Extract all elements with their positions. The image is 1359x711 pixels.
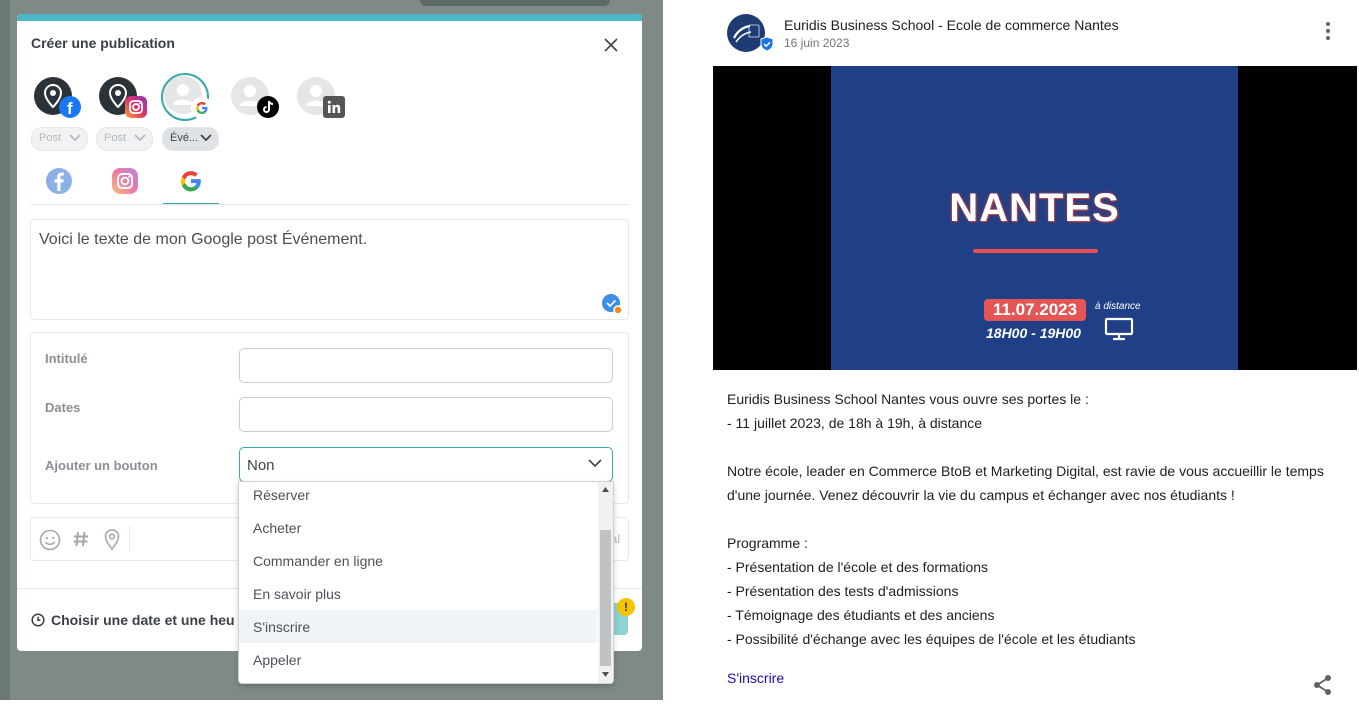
dates-input[interactable] [239,397,613,432]
option-label: Commander en ligne [253,553,383,569]
description-line: - Présentation de l'école et des formati… [727,559,989,575]
cta-link[interactable]: S'inscrire [727,670,784,686]
button-options-dropdown: Réserver Acheter Commander en ligne En s… [238,481,614,684]
schedule-label: Choisir une date et une heu [51,612,235,628]
chevron-down-icon [588,459,602,468]
scroll-thumb[interactable] [600,530,611,666]
location-icon[interactable] [104,529,120,551]
title-field-label: Intitulé [45,351,88,366]
close-button[interactable] [602,36,620,54]
facebook-icon [46,168,72,194]
clock-icon [31,613,45,627]
share-icon[interactable] [1313,674,1333,696]
banner-underline [973,249,1098,253]
account-avatar-tiktok[interactable] [231,77,279,118]
banner-mode: à distance [1095,301,1141,312]
account-avatar-facebook[interactable]: f [34,77,81,118]
post-type-select-instagram[interactable]: Post [96,127,153,151]
warning-badge[interactable]: ! [617,598,635,616]
dropdown-scrollbar[interactable] [598,482,613,683]
spellcheck-icon[interactable] [601,293,623,315]
title-input[interactable] [239,348,613,383]
post-type-value: Post [39,132,62,144]
option-sign-up[interactable]: S'inscrire [239,610,597,643]
option-label: S'inscrire [253,619,311,635]
post-text-editor[interactable]: Voici le texte de mon Google post Événem… [30,219,629,320]
description-line: - Témoignage des étudiants et des ancien… [727,607,995,623]
banner-city: NANTES [949,186,1120,230]
account-avatar-linkedin[interactable] [297,77,345,118]
tab-instagram[interactable] [97,161,153,203]
svg-text:f: f [67,99,73,118]
business-name[interactable]: Euridis Business School - Ecole de comme… [784,17,1119,33]
event-banner: NANTES 11.07.2023 à distance 18H00 - 19H… [831,66,1238,370]
toolbar-divider [129,526,130,552]
account-avatar-google[interactable] [164,76,213,119]
add-button-select[interactable]: Non [239,447,613,482]
option-label: Acheter [253,520,302,536]
option-label: Réserver [253,487,310,503]
verified-icon [760,36,774,52]
option-order-online[interactable]: Commander en ligne [239,544,597,577]
tab-google[interactable] [163,161,219,205]
post-type-value: Post [104,132,127,144]
modal-title: Créer une publication [31,35,175,51]
chevron-down-icon [200,134,212,142]
option-buy[interactable]: Acheter [239,511,597,544]
add-button-select-value: Non [247,457,275,474]
scroll-up-icon[interactable] [602,487,609,492]
description-line: - Présentation des tests d'admissions [727,583,959,599]
tiktok-icon [257,96,279,118]
event-fields-section: Intitulé Dates Ajouter un bouton Non [30,332,629,504]
google-post-preview: Euridis Business School - Ecole de comme… [713,0,1357,711]
add-button-field-label: Ajouter un bouton [45,458,158,473]
linkedin-icon [323,96,345,118]
description-line: Programme : [727,535,808,551]
chevron-down-icon [69,134,81,142]
option-label: En savoir plus [253,586,341,602]
instagram-icon [125,96,147,118]
option-call[interactable]: Appeler [239,643,597,676]
post-type-select-facebook[interactable]: Post [31,127,88,151]
more-vert-icon[interactable] [1323,20,1333,42]
close-icon [604,38,618,52]
tabs-divider [31,204,628,205]
post-media[interactable]: NANTES 11.07.2023 à distance 18H00 - 19H… [713,66,1357,370]
post-text-content: Voici le texte de mon Google post Événem… [39,231,368,248]
scroll-down-icon[interactable] [602,672,609,677]
google-icon [191,97,213,119]
tab-facebook[interactable] [31,161,87,203]
chevron-down-icon [134,134,146,142]
description-line: - 11 juillet 2023, de 18h à 19h, à dista… [727,415,983,431]
google-icon [180,171,201,192]
option-reserve[interactable]: Réserver [239,482,597,511]
post-type-value: Évé... [170,132,199,144]
instagram-icon [112,168,138,194]
facebook-icon: f [59,96,81,118]
post-date: 16 juin 2023 [784,36,850,50]
emoji-icon[interactable] [39,529,61,551]
banner-hours: 18H00 - 19H00 [986,325,1081,341]
banner-date: 11.07.2023 [984,299,1086,321]
hashtag-icon[interactable] [71,529,91,549]
dates-field-label: Dates [45,400,81,415]
monitor-icon [1104,317,1134,341]
option-label: Appeler [253,652,302,668]
description-line: Euridis Business School Nantes vous ouvr… [727,391,1089,407]
description-line: d'une journée. Venez découvrir la vie du… [727,487,1235,503]
account-avatar-instagram[interactable] [99,77,147,118]
schedule-button[interactable]: Choisir une date et une heu [31,612,235,628]
person-icon [173,84,193,105]
description-line: Notre école, leader en Commerce BtoB et … [727,463,1324,479]
background-top-tab [420,0,610,6]
option-learn-more[interactable]: En savoir plus [239,577,597,610]
post-type-select-google[interactable]: Évé... [162,127,219,151]
background-strip [0,0,10,700]
description-line: - Possibilité d'échange avec les équipes… [727,631,1136,647]
modal-accent-bar [17,14,642,21]
